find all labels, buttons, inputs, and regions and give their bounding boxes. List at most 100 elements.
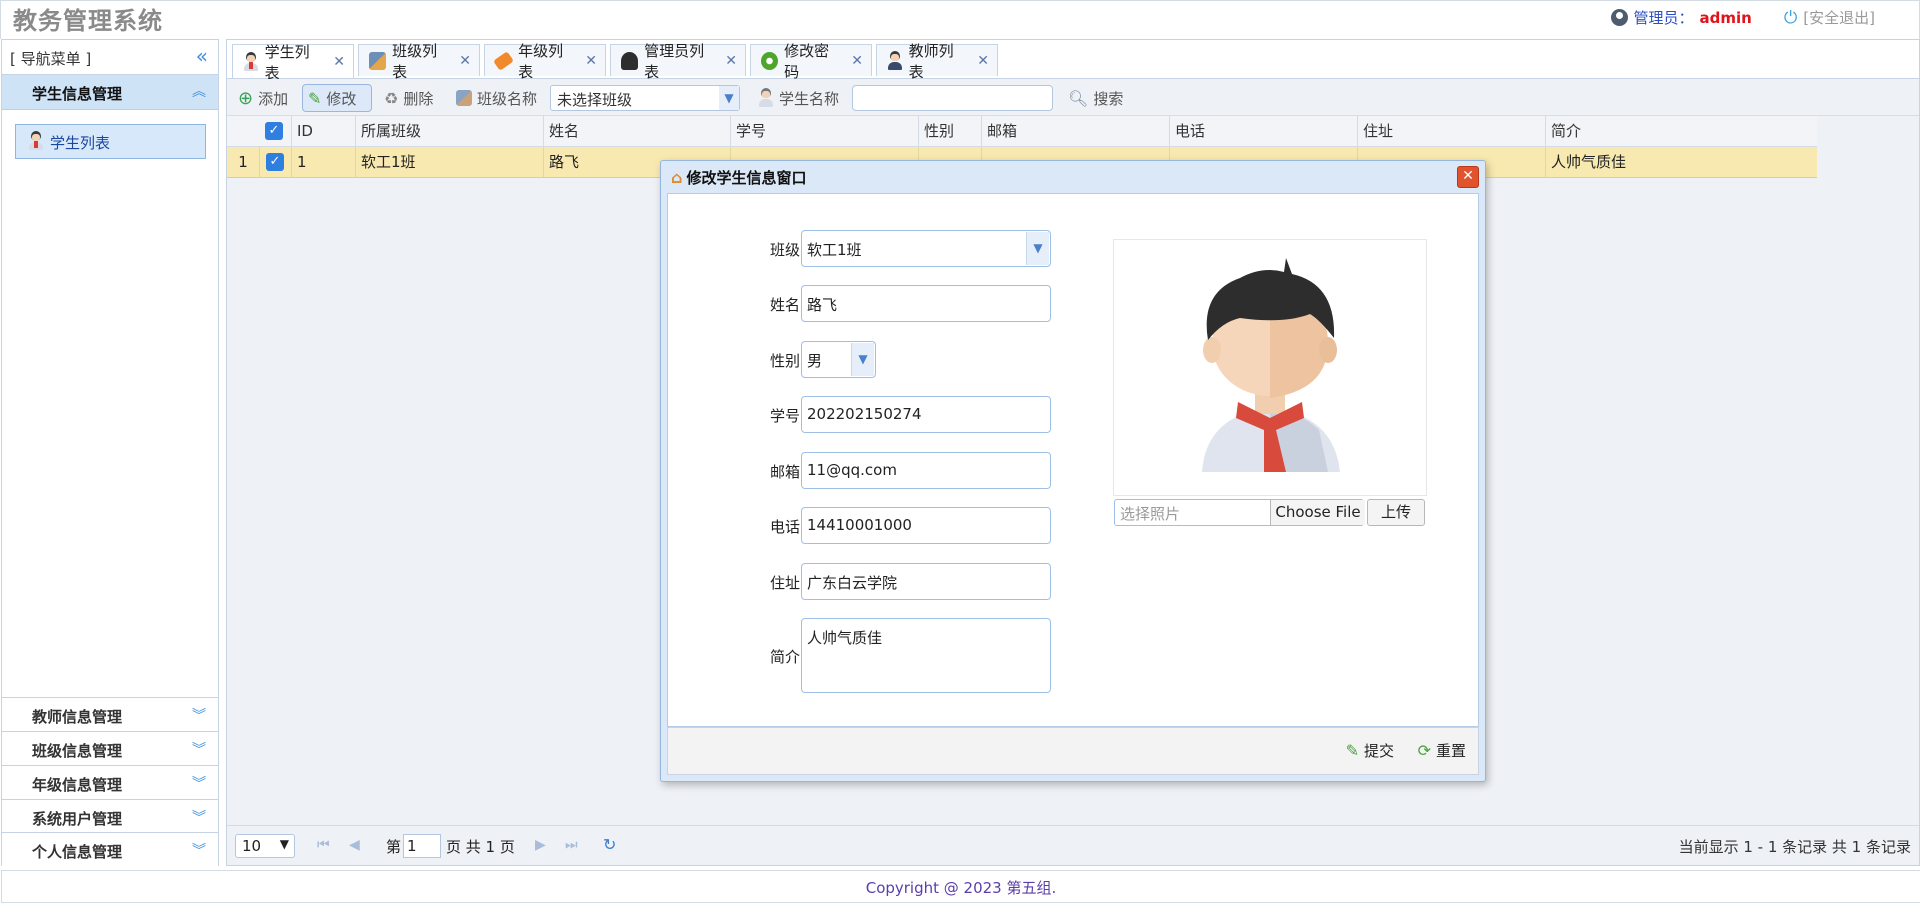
reload-icon: ⟳ (1417, 741, 1431, 760)
col-header[interactable]: 住址 (1357, 116, 1545, 146)
class-select[interactable]: 软工1班 ▼ (801, 230, 1051, 267)
admin-label: 管理员： (1633, 9, 1694, 27)
sno-field[interactable]: 202202150274 (801, 396, 1051, 433)
upload-button[interactable]: 上传 (1367, 499, 1425, 526)
chevron-down-icon[interactable]: ︾ (192, 705, 206, 725)
dialog-title-text: 修改学生信息窗口 (686, 169, 807, 187)
address-field[interactable]: 广东白云学院 (801, 563, 1051, 600)
sidebar-group-label: 系统用户管理 (32, 810, 123, 828)
select-all-checkbox[interactable]: ✓ (259, 116, 291, 146)
col-header[interactable]: 简介 (1545, 116, 1817, 146)
refresh-icon[interactable]: ↻ (603, 835, 616, 854)
sidebar-group-class[interactable]: 班级信息管理 ︾ (2, 731, 218, 765)
page-number-value: 1 (407, 837, 417, 855)
chevron-down-icon[interactable]: ︾ (192, 739, 206, 759)
sidebar-group-personal[interactable]: 个人信息管理 ︾ (2, 832, 218, 866)
app-title: 教务管理系统 (13, 7, 163, 35)
power-icon[interactable]: ⏻ (1784, 8, 1797, 28)
add-button[interactable]: ⊕ 添加 (233, 84, 293, 112)
admin-icon (621, 51, 639, 70)
reset-button[interactable]: ⟳ 重置 (1418, 740, 1466, 761)
search-label: 搜索 (1093, 89, 1124, 108)
sidebar-group-label: 班级信息管理 (32, 742, 123, 760)
admin-name: admin (1699, 8, 1752, 27)
logout-link[interactable]: [安全退出] (1803, 7, 1875, 28)
col-header[interactable]: ID (291, 116, 355, 146)
close-icon[interactable]: ✕ (585, 53, 597, 69)
prev-page-icon[interactable]: ◀ (349, 837, 360, 853)
close-icon[interactable]: ✕ (977, 53, 989, 69)
photo-file-input[interactable]: 选择照片 Choose File (1114, 499, 1365, 526)
chevron-down-icon[interactable]: ︾ (192, 773, 206, 793)
page-size-select[interactable]: 10 ▼ (235, 834, 295, 858)
sidebar-item-student-list[interactable]: 学生列表 (15, 124, 206, 159)
delete-button[interactable]: ♻ 删除 (379, 84, 438, 112)
search-icon: 🔍︎ (1068, 88, 1089, 108)
choose-file-button[interactable]: Choose File (1270, 500, 1365, 525)
class-select[interactable]: 未选择班级 ▼ (550, 85, 740, 111)
chevron-down-icon[interactable]: ︾ (192, 807, 206, 827)
col-header[interactable]: 姓名 (543, 116, 730, 146)
sidebar-group-grade[interactable]: 年级信息管理 ︾ (2, 765, 218, 799)
close-icon[interactable]: ✕ (725, 53, 737, 69)
col-header[interactable]: 所属班级 (355, 116, 543, 146)
tab-label: 年级列表 (518, 41, 564, 81)
add-label: 添加 (258, 89, 289, 108)
collapse-left-icon[interactable]: « (196, 44, 208, 68)
sidebar-group-student[interactable]: 学生信息管理 ︽ (2, 75, 218, 110)
col-header[interactable]: 电话 (1169, 116, 1357, 146)
next-page-icon[interactable]: ▶ (535, 837, 546, 853)
email-value: 11@qq.com (807, 461, 897, 479)
cell-id: 1 (291, 147, 355, 177)
close-icon[interactable]: ✕ (333, 54, 345, 70)
tab-teacher-list[interactable]: 教师列表 ✕ (876, 42, 998, 81)
student-name-input[interactable] (852, 85, 1053, 111)
toolbar: ⊕ 添加 ✎ 修改 ♻ 删除 班级名称 未选择班级 ▼ 学生名称 🔍︎ 搜索 (227, 79, 1919, 116)
chevron-up-icon[interactable]: ︽ (192, 81, 206, 101)
chevron-down-icon[interactable]: ▼ (1026, 232, 1049, 265)
col-header[interactable]: 学号 (730, 116, 918, 146)
close-icon[interactable]: ✕ (851, 53, 863, 69)
col-header[interactable]: 性别 (918, 116, 981, 146)
last-page-icon[interactable]: ⏭ (565, 837, 578, 853)
phone-field[interactable]: 14410001000 (801, 507, 1051, 544)
gender-select[interactable]: 男 ▼ (801, 341, 876, 378)
edit-button[interactable]: ✎ 修改 (302, 84, 372, 112)
tab-student-list[interactable]: 学生列表 ✕ (232, 43, 354, 82)
home-icon: ⌂ (671, 168, 683, 187)
dialog-footer: ✎ 提交 ⟳ 重置 (667, 727, 1479, 775)
page-prefix: 第 (386, 838, 402, 856)
submit-button[interactable]: ✎ 提交 (1346, 740, 1394, 761)
chevron-down-icon: ▼ (279, 837, 289, 851)
col-header[interactable]: 邮箱 (981, 116, 1169, 146)
first-page-icon[interactable]: ⏮ (317, 837, 330, 853)
tab-label: 班级列表 (392, 41, 438, 81)
tab-change-password[interactable]: 修改密码 ✕ (750, 42, 872, 81)
close-icon[interactable]: ✕ (1457, 166, 1479, 188)
sidebar-group-teacher[interactable]: 教师信息管理 ︾ (2, 697, 218, 731)
row-checkbox[interactable]: ✓ (259, 147, 291, 177)
gender-value: 男 (807, 352, 823, 370)
tab-grade-list[interactable]: 年级列表 ✕ (484, 42, 606, 81)
email-field[interactable]: 11@qq.com (801, 452, 1051, 489)
tab-label: 学生列表 (264, 42, 310, 82)
copyright: Copyright @ 2023 第五组. (865, 879, 1057, 897)
tab-class-list[interactable]: 班级列表 ✕ (358, 42, 480, 81)
delete-label: 删除 (403, 89, 434, 108)
name-field[interactable]: 路飞 (801, 285, 1051, 322)
pencil-icon: ✎ (308, 88, 322, 108)
chevron-down-icon[interactable]: ▼ (719, 86, 739, 110)
chevron-down-icon[interactable]: ︾ (192, 840, 206, 860)
chevron-down-icon[interactable]: ▼ (851, 343, 874, 376)
search-button[interactable]: 🔍︎ 搜索 (1063, 84, 1128, 112)
intro-textarea[interactable]: 人帅气质佳 (801, 618, 1051, 693)
page-number-input[interactable]: 1 (403, 834, 441, 858)
tab-admin-list[interactable]: 管理员列表 ✕ (610, 42, 746, 81)
tab-label: 修改密码 (784, 41, 830, 81)
close-icon[interactable]: ✕ (459, 53, 471, 69)
sidebar-group-system-user[interactable]: 系统用户管理 ︾ (2, 799, 218, 833)
student-icon (28, 131, 44, 151)
edit-label: 修改 (326, 89, 357, 108)
phone-label: 电话 (769, 518, 800, 536)
phone-value: 14410001000 (807, 516, 912, 534)
